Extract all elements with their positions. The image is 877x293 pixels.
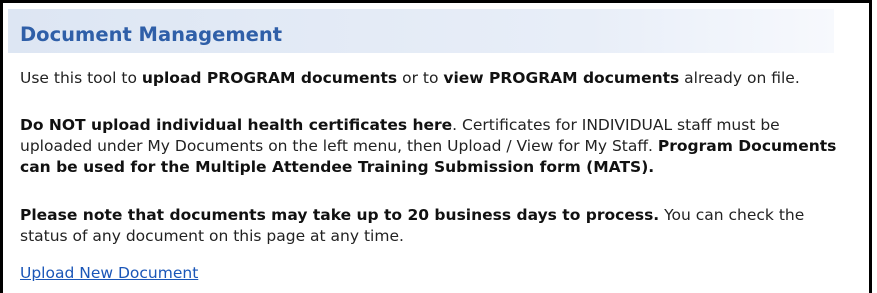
intro-text-1: Use this tool to	[20, 69, 142, 87]
note-line-1: Please note that documents may take up t…	[20, 205, 804, 226]
page-title: Document Management	[20, 23, 283, 46]
warning-line-3: can be used for the Multiple Attendee Tr…	[20, 157, 836, 178]
note-bold: Please note that documents may take up t…	[20, 206, 660, 224]
intro-paragraph: Use this tool to upload PROGRAM document…	[20, 68, 800, 89]
note-line-2: status of any document on this page at a…	[20, 227, 404, 245]
warning-paragraph: Do NOT upload individual health certific…	[20, 115, 836, 178]
note-line-1-rest: You can check the	[659, 206, 805, 224]
warning-line-1: Do NOT upload individual health certific…	[20, 115, 836, 136]
intro-text-3: already on file.	[679, 69, 800, 87]
document-management-panel: Document Management Use this tool to upl…	[0, 0, 872, 293]
upload-new-document-link[interactable]: Upload New Document	[20, 264, 198, 282]
warning-line-2-bold: Program Documents	[657, 137, 837, 155]
warning-line-2-text: uploaded under My Documents on the left …	[20, 137, 658, 155]
warning-bold-lead: Do NOT upload individual health certific…	[20, 116, 453, 134]
warning-line-2: uploaded under My Documents on the left …	[20, 136, 836, 157]
intro-text-2: or to	[397, 69, 444, 87]
warning-line-1-rest: . Certificates for INDIVIDUAL staff must…	[452, 116, 780, 134]
warning-line-3-bold: can be used for the Multiple Attendee Tr…	[20, 158, 655, 176]
processing-note-paragraph: Please note that documents may take up t…	[20, 205, 804, 247]
intro-view-emphasis: view PROGRAM documents	[443, 69, 680, 87]
intro-upload-emphasis: upload PROGRAM documents	[141, 69, 398, 87]
